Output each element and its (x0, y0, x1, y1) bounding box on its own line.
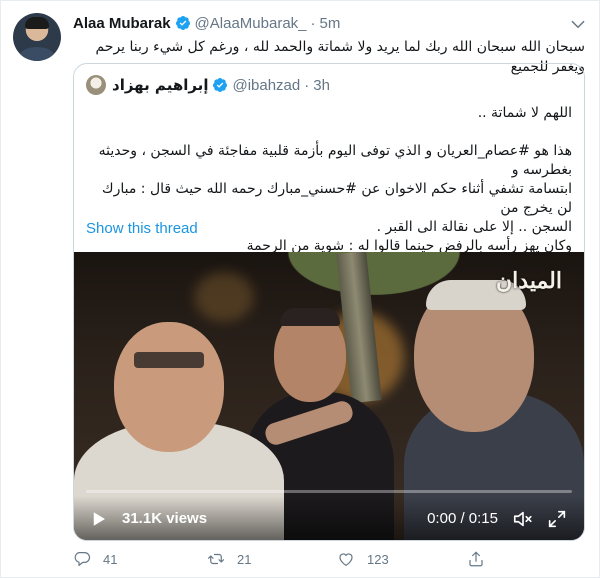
video-controls: 31.1K views 0:00 / 0:15 (74, 496, 584, 540)
separator-dot: · (304, 76, 310, 94)
author-name[interactable]: Alaa Mubarak (73, 15, 171, 32)
quote-time: 3h (313, 76, 330, 94)
avatar[interactable] (13, 13, 61, 61)
tweet-header: Alaa Mubarak @AlaaMubarak_ · 5m (73, 13, 340, 33)
retweet-button[interactable]: 21 (207, 548, 337, 570)
tweet-time[interactable]: 5m (320, 15, 341, 32)
video-hair-center (280, 308, 340, 326)
quote-header: إبراهيم بهزاد @ibahzad · 3h (86, 74, 330, 96)
quote-author-name: إبراهيم بهزاد (112, 76, 209, 94)
reply-count: 41 (103, 551, 118, 567)
quote-line: اللهم لا شماتة .. (477, 105, 572, 121)
video-progress-bar[interactable] (86, 490, 572, 493)
channel-logo: الميدان (496, 268, 562, 294)
video-time: 0:00 / 0:15 (427, 510, 498, 527)
retweet-count: 21 (237, 551, 252, 567)
quote-author-handle: @ibahzad (232, 76, 301, 94)
quote-blank-line (86, 123, 572, 142)
verified-badge-icon (175, 16, 190, 30)
quote-line: هذا هو #عصام_العريان و الذي توفى اليوم ب… (98, 143, 572, 178)
verified-badge-icon (213, 78, 228, 92)
video-glasses-left (134, 352, 204, 368)
like-button[interactable]: 123 (337, 548, 467, 570)
view-count: 31.1K views (122, 510, 208, 527)
quoted-tweet[interactable]: إبراهيم بهزاد @ibahzad · 3h اللهم لا شما… (73, 63, 585, 541)
share-button[interactable] (467, 548, 485, 570)
video-face-left (114, 322, 224, 452)
fullscreen-icon[interactable] (546, 508, 568, 530)
video-player[interactable]: الميدان 31.1K views 0:00 / 0:15 (74, 252, 584, 540)
chevron-down-icon[interactable] (569, 15, 587, 33)
tweet-actions: 41 21 123 (73, 548, 485, 570)
tweet-card[interactable]: Alaa Mubarak @AlaaMubarak_ · 5m سبحان ال… (0, 0, 600, 578)
quote-avatar (86, 75, 106, 95)
like-count: 123 (367, 551, 389, 567)
quote-line: ابتسامة تشفي أثناء حكم الاخوان عن #حسني_… (102, 181, 572, 216)
separator-dot: · (310, 14, 316, 32)
author-handle[interactable]: @AlaaMubarak_ (195, 15, 307, 32)
mute-icon[interactable] (512, 508, 534, 530)
play-icon[interactable] (90, 510, 108, 528)
reply-icon (74, 552, 91, 566)
reply-button[interactable]: 41 (73, 548, 207, 570)
share-icon (469, 551, 483, 567)
retweet-icon (207, 553, 225, 565)
show-thread-link[interactable]: Show this thread (86, 220, 198, 237)
video-background-light (194, 272, 254, 322)
heart-icon (339, 553, 353, 566)
